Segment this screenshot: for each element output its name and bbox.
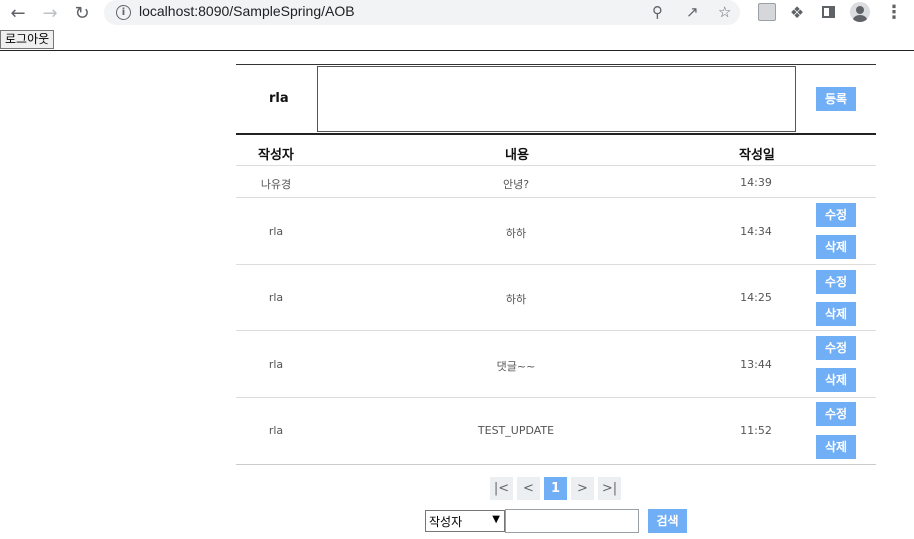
- column-header-date: 작성일: [739, 148, 775, 163]
- table-row: rla 댓글~~ 13:44 수정 삭제: [236, 330, 876, 397]
- page-number-current[interactable]: 1: [544, 477, 567, 500]
- search-input[interactable]: [505, 509, 639, 533]
- back-icon[interactable]: ←: [6, 1, 30, 25]
- delete-button[interactable]: 삭제: [816, 435, 856, 459]
- row-writer: rla: [268, 225, 284, 238]
- share-icon[interactable]: ↗: [686, 3, 699, 21]
- forward-icon[interactable]: →: [38, 1, 62, 25]
- row-content: 하하: [505, 227, 527, 240]
- column-header-content: 내용: [505, 148, 529, 163]
- row-content: 안녕?: [502, 178, 530, 191]
- next-page-button[interactable]: >: [571, 477, 594, 500]
- divider: [236, 64, 876, 65]
- browser-toolbar: ← → ↻ i localhost:8090/SampleSpring/AOB …: [0, 0, 914, 26]
- row-writer: 나유경: [260, 178, 292, 191]
- table-row: rla 하하 14:25 수정 삭제: [236, 264, 876, 331]
- profile-avatar-icon[interactable]: [850, 2, 870, 22]
- row-content: TEST_UPDATE: [477, 424, 555, 437]
- column-header-writer: 작성자: [258, 148, 294, 163]
- divider: [236, 464, 876, 465]
- reload-icon[interactable]: ↻: [70, 1, 94, 25]
- row-writer: rla: [268, 291, 284, 304]
- chevron-down-icon: ▼: [492, 514, 500, 525]
- comment-writer-name: rla: [269, 91, 289, 106]
- delete-button[interactable]: 삭제: [816, 368, 856, 392]
- search-type-selected: 작성자: [429, 515, 463, 529]
- table-row: 나유경 안녕? 14:39: [236, 165, 876, 198]
- url-text[interactable]: localhost:8090/SampleSpring/AOB: [139, 3, 355, 19]
- bookmark-star-icon[interactable]: ☆: [718, 3, 731, 21]
- row-date: 14:39: [740, 176, 772, 189]
- edit-button[interactable]: 수정: [816, 336, 856, 360]
- row-date: 13:44: [740, 358, 772, 371]
- search-type-select[interactable]: 작성자 ▼: [425, 510, 505, 532]
- first-page-button[interactable]: |<: [490, 477, 513, 500]
- divider: [0, 50, 914, 51]
- table-row: rla TEST_UPDATE 11:52 수정 삭제: [236, 397, 876, 464]
- zoom-icon[interactable]: ⚲: [652, 3, 663, 21]
- edit-button[interactable]: 수정: [816, 203, 856, 227]
- extensions-puzzle-icon[interactable]: ❖: [787, 2, 807, 22]
- row-date: 14:25: [740, 291, 772, 304]
- extension-icon[interactable]: [757, 2, 777, 22]
- edit-button[interactable]: 수정: [816, 270, 856, 294]
- table-row: rla 하하 14:34 수정 삭제: [236, 197, 876, 264]
- logout-button[interactable]: 로그아웃: [0, 30, 55, 49]
- divider: [236, 133, 876, 135]
- site-info-icon[interactable]: i: [116, 5, 131, 20]
- last-page-button[interactable]: >|: [598, 477, 621, 500]
- address-bar[interactable]: i localhost:8090/SampleSpring/AOB ⚲ ↗ ☆: [104, 0, 740, 25]
- kebab-menu-icon[interactable]: ⋮: [884, 2, 904, 23]
- row-date: 14:34: [740, 225, 772, 238]
- side-panel-icon[interactable]: [818, 2, 838, 22]
- row-writer: rla: [268, 424, 284, 437]
- register-button[interactable]: 등록: [816, 87, 856, 111]
- row-writer: rla: [268, 358, 284, 371]
- search-button[interactable]: 검색: [648, 509, 687, 533]
- prev-page-button[interactable]: <: [517, 477, 540, 500]
- row-content: 댓글~~: [496, 360, 536, 373]
- edit-button[interactable]: 수정: [816, 402, 856, 426]
- delete-button[interactable]: 삭제: [816, 302, 856, 326]
- row-content: 하하: [505, 293, 527, 306]
- comment-input[interactable]: [317, 66, 796, 132]
- delete-button[interactable]: 삭제: [816, 235, 856, 259]
- row-date: 11:52: [740, 424, 772, 437]
